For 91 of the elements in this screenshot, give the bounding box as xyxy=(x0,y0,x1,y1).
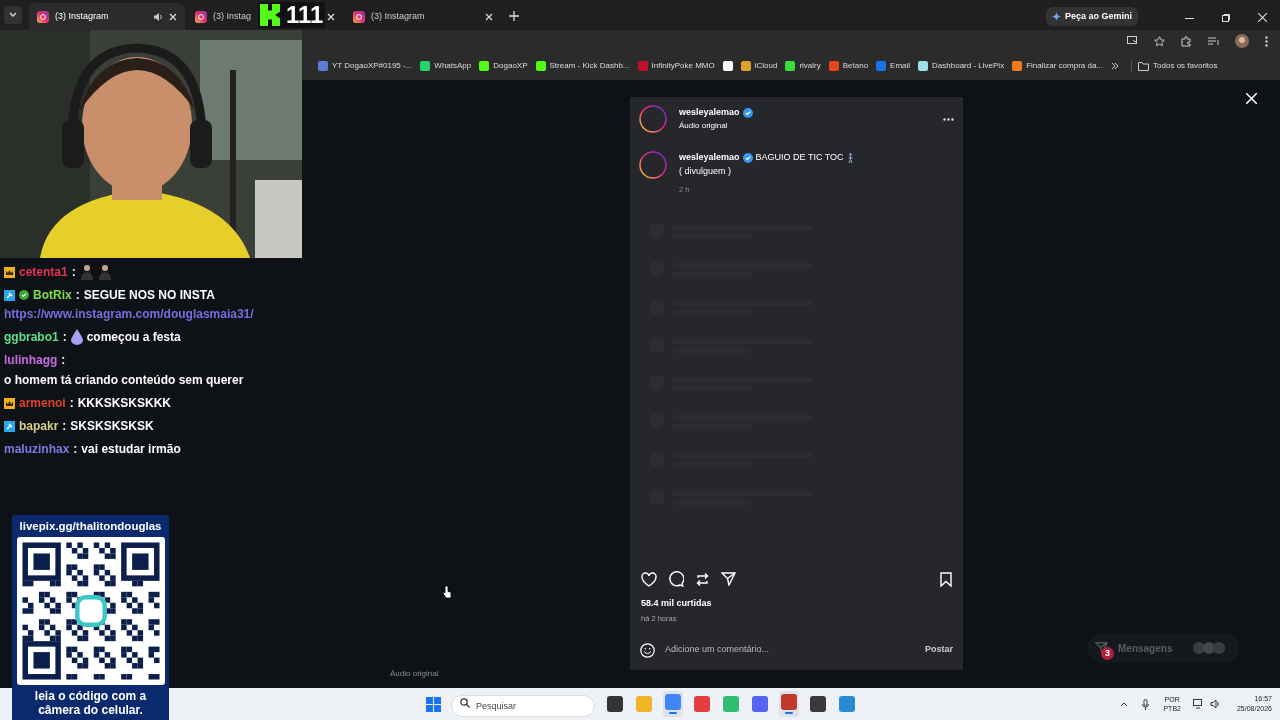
browser-tab[interactable]: (3) Instagram xyxy=(29,3,185,30)
search-field[interactable]: Pesquisar xyxy=(451,694,595,717)
chat-separator: : xyxy=(62,329,67,345)
repost-icon[interactable] xyxy=(695,571,710,587)
post-author[interactable]: wesleyalemao xyxy=(679,106,740,120)
notification-badge: 3 xyxy=(1101,647,1114,660)
install-app-icon[interactable] xyxy=(1127,36,1138,46)
chat-username[interactable]: bapakr xyxy=(19,418,59,434)
chat-link[interactable]: https://www.instagram.com/douglasmaia31/ xyxy=(0,306,300,322)
bookmark-link[interactable]: YT DogaoXP#0195 -... xyxy=(332,60,413,72)
close-icon[interactable] xyxy=(169,12,177,21)
bookmark-link[interactable]: Email xyxy=(890,60,911,72)
search-icon xyxy=(460,697,470,708)
bookmark-link[interactable]: Dashboard - LivePix xyxy=(932,60,1005,72)
chat-message: SEGUE NOS NO INSTA xyxy=(83,287,215,303)
qr-caption: leia o código com a câmera do celular. xyxy=(33,689,148,718)
more-icon[interactable] xyxy=(1265,35,1268,47)
avatar-ring[interactable] xyxy=(639,105,667,133)
caption-author[interactable]: wesleyalemao xyxy=(679,151,740,165)
chat-message: vai estudar irmão xyxy=(81,441,181,457)
emoji-icon[interactable] xyxy=(640,642,655,658)
microphone-icon[interactable] xyxy=(1142,698,1150,710)
tab-search-button[interactable] xyxy=(4,6,22,24)
bookmark-link[interactable]: rivalry xyxy=(799,60,821,72)
bookmark-link[interactable]: InfinityPoke MMO xyxy=(651,60,715,72)
volume-icon[interactable] xyxy=(1209,699,1221,709)
walking-figure-icon xyxy=(846,152,854,163)
viewer-count: 111 xyxy=(286,2,324,28)
folder-icon xyxy=(1138,61,1150,71)
comment-field[interactable]: Adicione um comentário... xyxy=(665,643,917,657)
browser-tab[interactable]: (3) Instagram xyxy=(345,3,425,30)
bookmark-link[interactable]: Stream - Kick Dashb... xyxy=(549,60,630,72)
close-icon[interactable] xyxy=(327,12,335,21)
close-window-icon[interactable] xyxy=(1258,13,1267,22)
chat-username[interactable]: armenoi xyxy=(19,395,66,411)
post-comment-button[interactable]: Postar xyxy=(925,643,953,657)
chat-message: KKKSKSKSKKK xyxy=(77,395,172,411)
chat-separator: : xyxy=(62,418,67,434)
caption-text: ( divulguem ) xyxy=(679,164,733,178)
hand-cursor-icon xyxy=(442,585,452,599)
avatar-ring[interactable] xyxy=(639,151,667,179)
bookmark-icon[interactable] xyxy=(940,571,952,587)
new-tab-icon[interactable] xyxy=(509,11,519,21)
chat-username[interactable]: lulinhagg xyxy=(4,352,58,368)
profile-avatar-icon[interactable] xyxy=(1235,34,1249,48)
chat-username[interactable]: BotRix xyxy=(33,287,72,303)
chevron-down-icon xyxy=(9,12,17,18)
star-icon[interactable] xyxy=(1154,35,1165,47)
qr-title: livepix.gg/thalitondouglas xyxy=(19,519,162,534)
chat-username[interactable]: maluzinhax xyxy=(4,441,70,457)
messages-button[interactable]: 3 Mensagens xyxy=(1087,633,1240,663)
chat-separator: : xyxy=(69,395,74,411)
post-audio[interactable]: Áudio original xyxy=(679,119,937,132)
comment-icon[interactable] xyxy=(668,571,684,588)
bookmark-link[interactable]: Finalizar compra da... xyxy=(1026,60,1104,72)
instagram-icon xyxy=(353,10,365,23)
chat-separator: : xyxy=(75,287,80,303)
chat-message: o homem tá criando conteúdo sem querer xyxy=(4,372,244,388)
instagram-icon xyxy=(37,10,49,23)
windows-icon[interactable] xyxy=(426,696,441,712)
bookmark-link[interactable]: Betano xyxy=(842,60,869,72)
background-audio-label: Áudio original xyxy=(390,668,439,680)
bookmark-link[interactable]: Todos os favoritos xyxy=(1153,60,1218,72)
close-icon[interactable] xyxy=(485,12,493,21)
chat-username[interactable]: cetenta1 xyxy=(19,264,68,280)
like-count[interactable]: 58.4 mil curtidas xyxy=(630,597,963,611)
kick-logo xyxy=(260,4,280,26)
chat-username[interactable]: ggbrabo1 xyxy=(4,329,59,345)
more-icon[interactable] xyxy=(943,117,954,121)
extensions-icon[interactable] xyxy=(1181,35,1192,47)
browser-tab[interactable]: (3) Instag xyxy=(187,3,252,30)
chat-message: começou a festa xyxy=(86,329,181,345)
media-icon[interactable] xyxy=(1208,36,1219,46)
instagram-icon xyxy=(195,10,207,23)
caption-text: BAGUIO DE TIC TOC xyxy=(755,151,844,164)
chat-separator: : xyxy=(73,441,78,457)
chevron-right-icon[interactable] xyxy=(1111,62,1120,70)
sparkle-icon xyxy=(1051,12,1061,21)
bookmark-link[interactable]: DogaoXP xyxy=(493,60,528,72)
bookmark-link[interactable]: iCloud xyxy=(754,60,778,72)
gemini-button[interactable]: Peça ao Gemini xyxy=(1045,7,1138,26)
chat-message: SKSKSKSKSK xyxy=(70,418,154,434)
send-icon[interactable] xyxy=(721,572,736,587)
chat-separator: : xyxy=(61,352,66,368)
restore-icon[interactable] xyxy=(1222,14,1230,22)
network-icon[interactable] xyxy=(1192,699,1204,709)
heart-icon[interactable] xyxy=(641,571,657,587)
chat-separator: : xyxy=(71,264,76,280)
speaker-icon[interactable] xyxy=(153,11,163,22)
bookmark-link[interactable]: WhatsApp xyxy=(434,60,472,72)
chevron-up-icon[interactable] xyxy=(1120,701,1129,707)
